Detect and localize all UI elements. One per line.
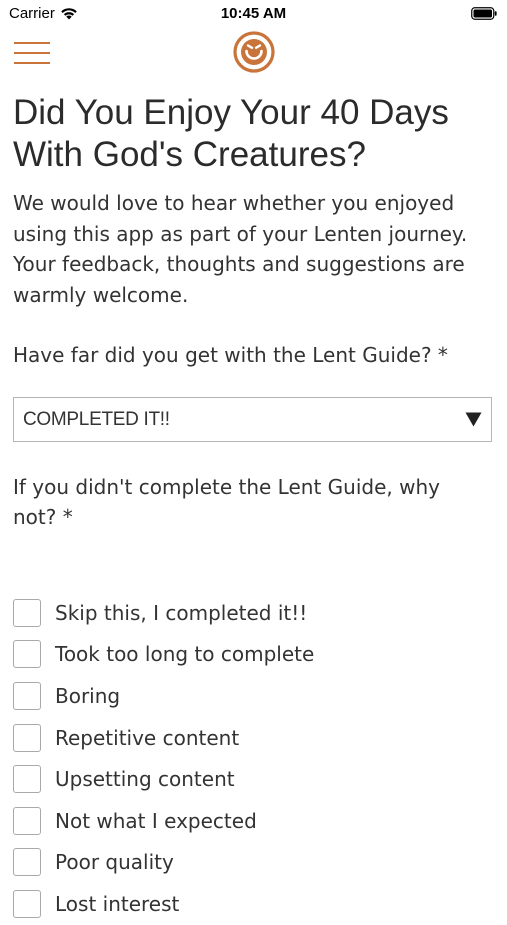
feedback-form-content: Did You Enjoy Your 40 Days With God's Cr… [13,92,495,918]
battery-icon [471,7,497,20]
intro-text: We would love to hear whether you enjoye… [13,191,468,307]
dropdown-arrow-icon [465,412,482,427]
question-progress-label: Have far did you get with the Lent Guide… [13,343,448,367]
page-title: Did You Enjoy Your 40 Days With God's Cr… [13,93,449,174]
checkbox[interactable] [13,806,41,835]
status-bar: Carrier 10:45 AM [0,0,507,28]
reason-option-label: Upsetting content [55,767,235,792]
reason-option[interactable]: Boring [13,675,314,717]
reason-option-label: Not what I expected [55,808,257,833]
app-logo-icon[interactable] [233,31,275,73]
reason-option[interactable]: Not what I expected [13,800,314,842]
question-reason-label: If you didn't complete the Lent Guide, w… [13,475,440,529]
progress-select-value: COMPLETED IT!! [23,409,170,430]
checkbox[interactable] [13,765,41,794]
reason-option[interactable]: Skip this, I completed it!! [13,592,314,634]
progress-select[interactable]: COMPLETED IT!! [13,397,492,442]
reason-option-label: Skip this, I completed it!! [55,600,308,625]
faded-hint-text [13,540,483,562]
reason-option-label: Poor quality [55,850,174,875]
status-time: 10:45 AM [220,5,287,22]
checkbox[interactable] [13,889,41,918]
reason-option[interactable]: Lost interest [13,883,314,925]
reason-checklist: Skip this, I completed it!! Took too lon… [13,592,314,925]
reason-option[interactable]: Took too long to complete [13,634,314,676]
reason-option-label: Boring [55,683,121,708]
reason-option-label: Lost interest [55,891,180,916]
reason-option-label: Repetitive content [55,725,240,750]
nav-bar [0,28,507,78]
checkbox[interactable] [13,681,41,710]
reason-option[interactable]: Poor quality [13,842,314,884]
checkbox[interactable] [13,723,41,752]
checkbox[interactable] [13,640,41,669]
reason-option-label: Took too long to complete [55,642,315,667]
checkbox[interactable] [13,848,41,877]
checkbox[interactable] [13,598,41,627]
reason-option[interactable]: Repetitive content [13,717,314,759]
reason-option[interactable]: Upsetting content [13,758,314,800]
hamburger-menu-icon[interactable] [14,40,50,66]
